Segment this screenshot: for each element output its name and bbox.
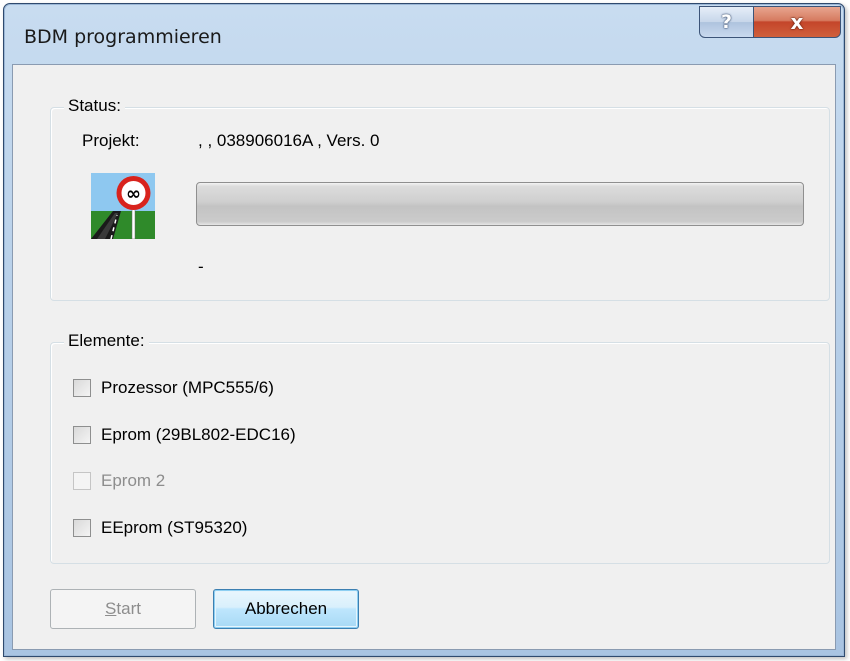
checkbox-eprom[interactable]: Eprom (29BL802-EDC16)	[73, 425, 296, 445]
cancel-button[interactable]: Abbrechen	[213, 589, 359, 629]
help-icon: ?	[720, 11, 733, 33]
dialog-client-area: Status: Projekt: , , 038906016A , Vers. …	[12, 64, 836, 650]
checkbox-box[interactable]	[73, 519, 91, 537]
checkbox-prozessor[interactable]: Prozessor (MPC555/6)	[73, 378, 274, 398]
start-button: Start	[50, 589, 196, 629]
status-info-text: -	[198, 257, 204, 276]
checkbox-label: Eprom (29BL802-EDC16)	[101, 425, 296, 444]
status-group-label: Status:	[64, 96, 125, 116]
progress-bar	[196, 182, 804, 226]
start-label-rest: tart	[116, 599, 141, 618]
cancel-button-label: Abbrechen	[244, 599, 328, 618]
checkbox-label: Eprom 2	[101, 471, 166, 490]
svg-text:∞: ∞	[126, 184, 141, 205]
checkbox-box[interactable]	[73, 379, 91, 397]
projekt-value: , , 038906016A , Vers. 0	[198, 131, 380, 150]
dialog-window: BDM programmieren ? x Status: Projekt: ,…	[3, 3, 845, 657]
projekt-label: Projekt:	[82, 131, 140, 150]
road-infinity-sign-icon: ∞	[91, 173, 155, 239]
start-mnemonic: S	[105, 599, 117, 618]
checkbox-eprom-2: Eprom 2	[73, 471, 165, 491]
help-button[interactable]: ?	[699, 6, 754, 38]
checkbox-box	[73, 472, 91, 490]
window-title: BDM programmieren	[24, 26, 222, 48]
checkbox-label: Prozessor (MPC555/6)	[101, 378, 274, 397]
elemente-group-label: Elemente:	[64, 331, 149, 351]
title-bar[interactable]: BDM programmieren ? x	[4, 4, 844, 64]
checkbox-eeprom[interactable]: EEprom (ST95320)	[73, 518, 247, 538]
checkbox-box[interactable]	[73, 426, 91, 444]
close-icon: x	[790, 10, 804, 34]
checkbox-label: EEprom (ST95320)	[101, 518, 248, 537]
close-button[interactable]: x	[753, 6, 841, 38]
